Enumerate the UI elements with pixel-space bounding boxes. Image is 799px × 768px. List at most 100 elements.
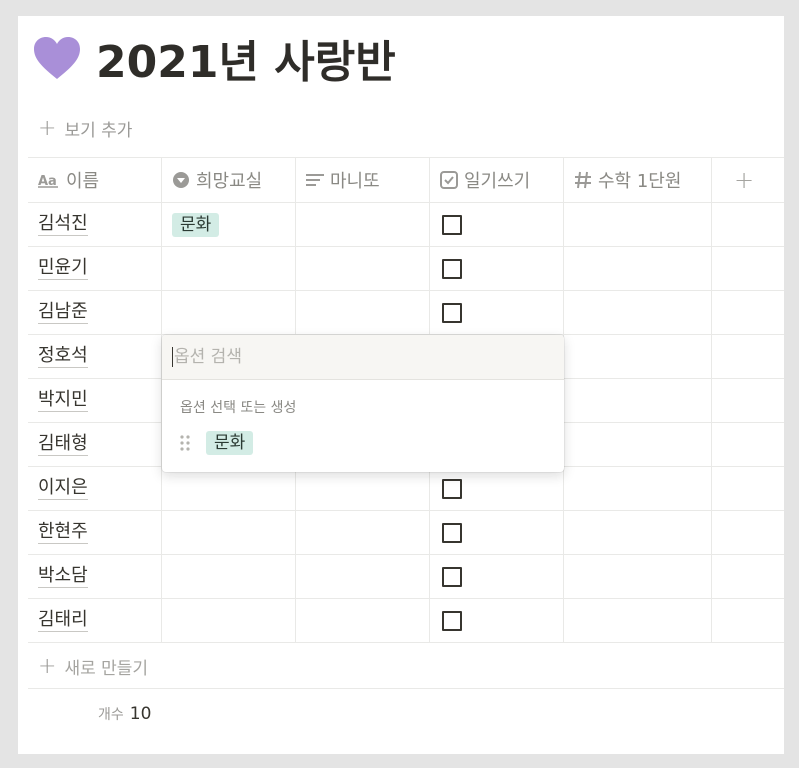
cell-math[interactable] [564, 335, 712, 378]
option-search-bar [162, 335, 564, 380]
option-tag: 문화 [206, 431, 254, 455]
row-name: 김남준 [38, 300, 88, 324]
diary-checkbox[interactable] [442, 566, 462, 587]
table-row: 김남준 [28, 291, 784, 335]
row-name: 한현주 [38, 520, 88, 544]
cell-manito[interactable] [296, 247, 430, 290]
cell-math[interactable] [564, 599, 712, 642]
table-row: 이지은 [28, 467, 784, 511]
cell-manito[interactable] [296, 511, 430, 554]
cell-empty [712, 467, 784, 510]
plus-icon: + [734, 166, 755, 194]
diary-checkbox[interactable] [442, 302, 462, 323]
cell-diary [430, 555, 564, 598]
cell-hope[interactable] [162, 599, 296, 642]
table-row: 민윤기 [28, 247, 784, 291]
cell-name[interactable]: 박소담 [28, 555, 162, 598]
text-lines-icon [306, 174, 324, 186]
cell-diary [430, 247, 564, 290]
cell-empty [712, 335, 784, 378]
diary-checkbox[interactable] [442, 214, 462, 235]
drag-handle-icon[interactable] [178, 434, 192, 452]
cell-math[interactable] [564, 379, 712, 422]
cell-math[interactable] [564, 203, 712, 246]
cell-name[interactable]: 한현주 [28, 511, 162, 554]
diary-checkbox[interactable] [442, 478, 462, 499]
cell-diary [430, 599, 564, 642]
cell-hope[interactable] [162, 467, 296, 510]
row-name: 박소담 [38, 564, 88, 588]
select-option-popup: 옵션 선택 또는 생성 문화 [162, 335, 564, 472]
cell-math[interactable] [564, 511, 712, 554]
cell-manito[interactable] [296, 203, 430, 246]
checkbox-icon [440, 171, 458, 189]
row-name: 김태리 [38, 608, 88, 632]
cell-name[interactable]: 박지민 [28, 379, 162, 422]
cell-empty [712, 599, 784, 642]
cell-manito[interactable] [296, 599, 430, 642]
cell-manito[interactable] [296, 291, 430, 334]
count-value: 10 [129, 704, 152, 724]
row-name: 김태형 [38, 432, 88, 456]
popup-subtitle: 옵션 선택 또는 생성 [180, 400, 297, 416]
cell-empty [712, 379, 784, 422]
column-header-diary[interactable]: 일기쓰기 [430, 158, 564, 202]
cell-diary [430, 291, 564, 334]
cell-name[interactable]: 민윤기 [28, 247, 162, 290]
cell-math[interactable] [564, 555, 712, 598]
row-name: 이지은 [38, 476, 88, 500]
column-header-math[interactable]: 수학 1단원 [564, 158, 712, 202]
diary-checkbox[interactable] [442, 522, 462, 543]
plus-icon: + [38, 115, 57, 141]
cell-math[interactable] [564, 291, 712, 334]
add-view-label: 보기 추가 [64, 121, 133, 141]
cell-manito[interactable] [296, 467, 430, 510]
cell-name[interactable]: 김태형 [28, 423, 162, 466]
table-row: 박소담 [28, 555, 784, 599]
table-row: 김태리 [28, 599, 784, 643]
column-header-manito[interactable]: 마니또 [296, 158, 430, 202]
cell-empty [712, 203, 784, 246]
row-name: 김석진 [38, 212, 88, 236]
cell-hope[interactable] [162, 555, 296, 598]
cell-empty [712, 291, 784, 334]
cell-diary [430, 467, 564, 510]
number-hash-icon [575, 171, 591, 189]
cell-name[interactable]: 김남준 [28, 291, 162, 334]
column-header-name[interactable]: Aa 이름 [28, 158, 162, 202]
add-view-button[interactable]: + 보기 추가 [38, 116, 132, 141]
cell-math[interactable] [564, 247, 712, 290]
diary-checkbox[interactable] [442, 258, 462, 279]
option-search-input[interactable] [174, 347, 534, 367]
cell-name[interactable]: 김석진 [28, 203, 162, 246]
new-row-button[interactable]: + 새로 만들기 [38, 654, 148, 679]
cell-hope[interactable] [162, 291, 296, 334]
column-header-label: 일기쓰기 [464, 171, 531, 192]
row-name: 정호석 [38, 344, 88, 368]
cell-name[interactable]: 김태리 [28, 599, 162, 642]
column-header-hope[interactable]: 희망교실 [162, 158, 296, 202]
add-column-button[interactable]: + [712, 158, 784, 202]
diary-checkbox[interactable] [442, 610, 462, 631]
cell-empty [712, 247, 784, 290]
text-cursor [172, 347, 173, 367]
page-title[interactable]: 2021년 사랑반 [96, 26, 396, 90]
row-count[interactable]: 개수 10 [98, 704, 151, 724]
cell-hope[interactable] [162, 247, 296, 290]
table-row: 김석진 문화 [28, 203, 784, 247]
text-aa-icon: Aa [38, 174, 58, 188]
new-row-label: 새로 만들기 [64, 659, 149, 679]
purple-heart-icon[interactable] [32, 35, 82, 81]
title-row: 2021년 사랑반 [32, 26, 396, 90]
select-tag: 문화 [172, 212, 220, 237]
cell-name[interactable]: 정호석 [28, 335, 162, 378]
footer-divider [28, 688, 784, 689]
option-item[interactable]: 문화 [178, 431, 254, 455]
cell-hope[interactable]: 문화 [162, 203, 296, 246]
cell-hope[interactable] [162, 511, 296, 554]
cell-math[interactable] [564, 423, 712, 466]
cell-math[interactable] [564, 467, 712, 510]
plus-icon: + [38, 653, 57, 679]
cell-manito[interactable] [296, 555, 430, 598]
cell-name[interactable]: 이지은 [28, 467, 162, 510]
